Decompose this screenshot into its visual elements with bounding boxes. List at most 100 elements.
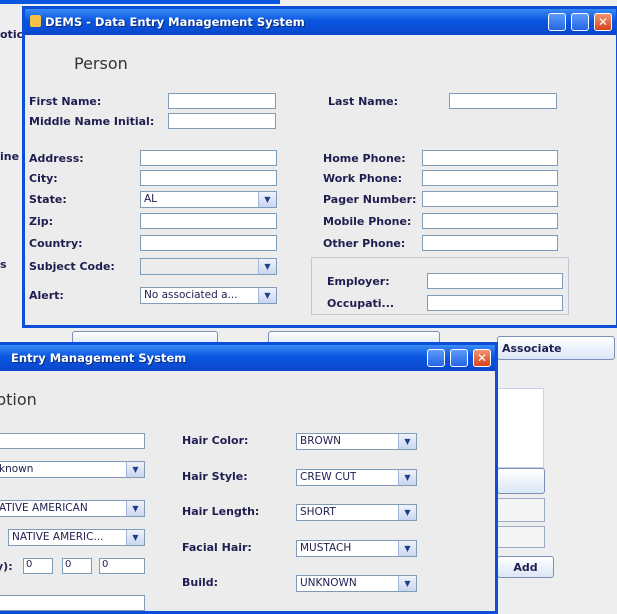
build-select[interactable]: UNKNOWN ▼ bbox=[296, 575, 417, 592]
other-phone-label: Other Phone: bbox=[323, 237, 406, 250]
mobile-phone-field[interactable] bbox=[422, 213, 558, 229]
associate-button[interactable]: Associate bbox=[497, 336, 615, 360]
facial-hair-select[interactable]: MUSTACH ▼ bbox=[296, 540, 417, 557]
subject-code-select[interactable]: ▼ bbox=[140, 258, 277, 275]
home-phone-field[interactable] bbox=[422, 150, 558, 166]
state-select[interactable]: AL ▼ bbox=[140, 191, 277, 208]
occupation-label: Occupati... bbox=[327, 297, 395, 310]
occupation-field[interactable] bbox=[427, 295, 563, 311]
hair-color-select[interactable]: BROWN ▼ bbox=[296, 433, 417, 450]
chevron-down-icon[interactable]: ▼ bbox=[126, 530, 144, 545]
first-name-label: First Name: bbox=[29, 95, 102, 108]
other-phone-field[interactable] bbox=[422, 235, 558, 251]
chevron-down-icon[interactable]: ▼ bbox=[398, 470, 416, 485]
hair-style-value: CREW CUT bbox=[300, 471, 357, 483]
bg-label-fragment: s bbox=[0, 258, 7, 271]
close-icon[interactable]: ✕ bbox=[473, 349, 491, 367]
bg-field[interactable] bbox=[497, 526, 545, 548]
race-select[interactable]: ATIVE AMERICAN ▼ bbox=[0, 500, 145, 517]
first-name-field[interactable] bbox=[168, 93, 276, 109]
date-day-field[interactable]: 0 bbox=[62, 558, 92, 574]
bg-list-box bbox=[497, 388, 544, 468]
hair-length-label: Hair Length: bbox=[182, 505, 260, 518]
hair-length-value: SHORT bbox=[300, 506, 336, 518]
chevron-down-icon[interactable]: ▼ bbox=[258, 192, 276, 207]
add-button[interactable]: Add bbox=[497, 556, 554, 578]
section-title: ption bbox=[0, 390, 37, 409]
country-label: Country: bbox=[29, 237, 83, 250]
chevron-down-icon[interactable]: ▼ bbox=[398, 434, 416, 449]
bg-field[interactable] bbox=[497, 498, 545, 522]
chevron-down-icon[interactable]: ▼ bbox=[126, 462, 144, 477]
hair-color-value: BROWN bbox=[300, 435, 342, 447]
description-window: Entry Management System ✕ ption known ▼ … bbox=[0, 342, 498, 614]
address-field[interactable] bbox=[140, 150, 277, 166]
state-value: AL bbox=[144, 193, 158, 205]
chevron-down-icon[interactable]: ▼ bbox=[398, 576, 416, 591]
maximize-icon[interactable] bbox=[571, 13, 589, 31]
chevron-down-icon[interactable]: ▼ bbox=[258, 288, 276, 303]
alert-label: Alert: bbox=[29, 289, 64, 302]
employer-label: Employer: bbox=[327, 275, 390, 288]
date-month-field[interactable]: 0 bbox=[23, 558, 53, 574]
last-name-label: Last Name: bbox=[328, 95, 399, 108]
hair-length-select[interactable]: SHORT ▼ bbox=[296, 504, 417, 521]
work-phone-label: Work Phone: bbox=[323, 172, 403, 185]
date-year-value: 0 bbox=[102, 559, 109, 570]
work-phone-field[interactable] bbox=[422, 170, 558, 186]
description-window-titlebar[interactable]: Entry Management System ✕ bbox=[0, 345, 495, 371]
section-title: Person bbox=[74, 54, 128, 73]
facial-hair-value: MUSTACH bbox=[300, 542, 352, 554]
bg-label-fragment: ine bbox=[0, 150, 20, 163]
bg-button[interactable] bbox=[497, 468, 545, 494]
race-value: ATIVE AMERICAN bbox=[0, 502, 88, 514]
maximize-icon[interactable] bbox=[450, 349, 468, 367]
close-icon[interactable]: ✕ bbox=[594, 13, 612, 31]
date-day-value: 0 bbox=[65, 559, 72, 570]
lower-field[interactable] bbox=[0, 595, 145, 611]
window-title: DEMS - Data Entry Management System bbox=[45, 15, 305, 29]
home-phone-label: Home Phone: bbox=[323, 152, 406, 165]
build-value: UNKNOWN bbox=[300, 577, 357, 589]
window-title: Entry Management System bbox=[11, 351, 187, 365]
date-year-field[interactable]: 0 bbox=[99, 558, 145, 574]
zip-field[interactable] bbox=[140, 213, 277, 229]
bg-top-strip bbox=[0, 0, 280, 4]
hair-color-label: Hair Color: bbox=[182, 434, 249, 447]
associate-button-label: Associate bbox=[502, 341, 562, 355]
employer-field[interactable] bbox=[427, 273, 563, 289]
subject-code-label: Subject Code: bbox=[29, 260, 115, 273]
zip-label: Zip: bbox=[29, 215, 54, 228]
city-field[interactable] bbox=[140, 170, 277, 186]
java-app-icon bbox=[30, 15, 41, 27]
add-button-label: Add bbox=[513, 560, 538, 574]
minimize-icon[interactable] bbox=[427, 349, 445, 367]
person-window-titlebar[interactable]: DEMS - Data Entry Management System ✕ bbox=[25, 9, 616, 35]
middle-initial-field[interactable] bbox=[168, 113, 276, 129]
facial-hair-label: Facial Hair: bbox=[182, 541, 252, 554]
bg-label-fragment: otic bbox=[0, 28, 24, 41]
description-field[interactable] bbox=[0, 433, 145, 449]
pager-number-label: Pager Number: bbox=[323, 193, 417, 206]
chevron-down-icon[interactable]: ▼ bbox=[398, 505, 416, 520]
alert-select[interactable]: No associated a... ▼ bbox=[140, 287, 277, 304]
state-label: State: bbox=[29, 193, 67, 206]
build-label: Build: bbox=[182, 576, 219, 589]
chevron-down-icon[interactable]: ▼ bbox=[258, 259, 276, 274]
minimize-icon[interactable] bbox=[548, 13, 566, 31]
unknown-select[interactable]: known ▼ bbox=[0, 461, 145, 478]
date-month-value: 0 bbox=[26, 559, 33, 570]
hair-style-select[interactable]: CREW CUT ▼ bbox=[296, 469, 417, 486]
hair-style-label: Hair Style: bbox=[182, 470, 248, 483]
last-name-field[interactable] bbox=[449, 93, 557, 109]
chevron-down-icon[interactable]: ▼ bbox=[126, 501, 144, 516]
pager-number-field[interactable] bbox=[422, 191, 558, 207]
country-field[interactable] bbox=[140, 235, 277, 251]
chevron-down-icon[interactable]: ▼ bbox=[398, 541, 416, 556]
alert-value: No associated a... bbox=[144, 289, 238, 301]
middle-initial-label: Middle Name Initial: bbox=[29, 115, 155, 128]
ethnicity-value: NATIVE AMERIC... bbox=[12, 531, 104, 543]
ethnicity-select[interactable]: NATIVE AMERIC... ▼ bbox=[8, 529, 145, 546]
unknown-value: known bbox=[0, 463, 34, 475]
date-label: y): bbox=[0, 560, 13, 573]
